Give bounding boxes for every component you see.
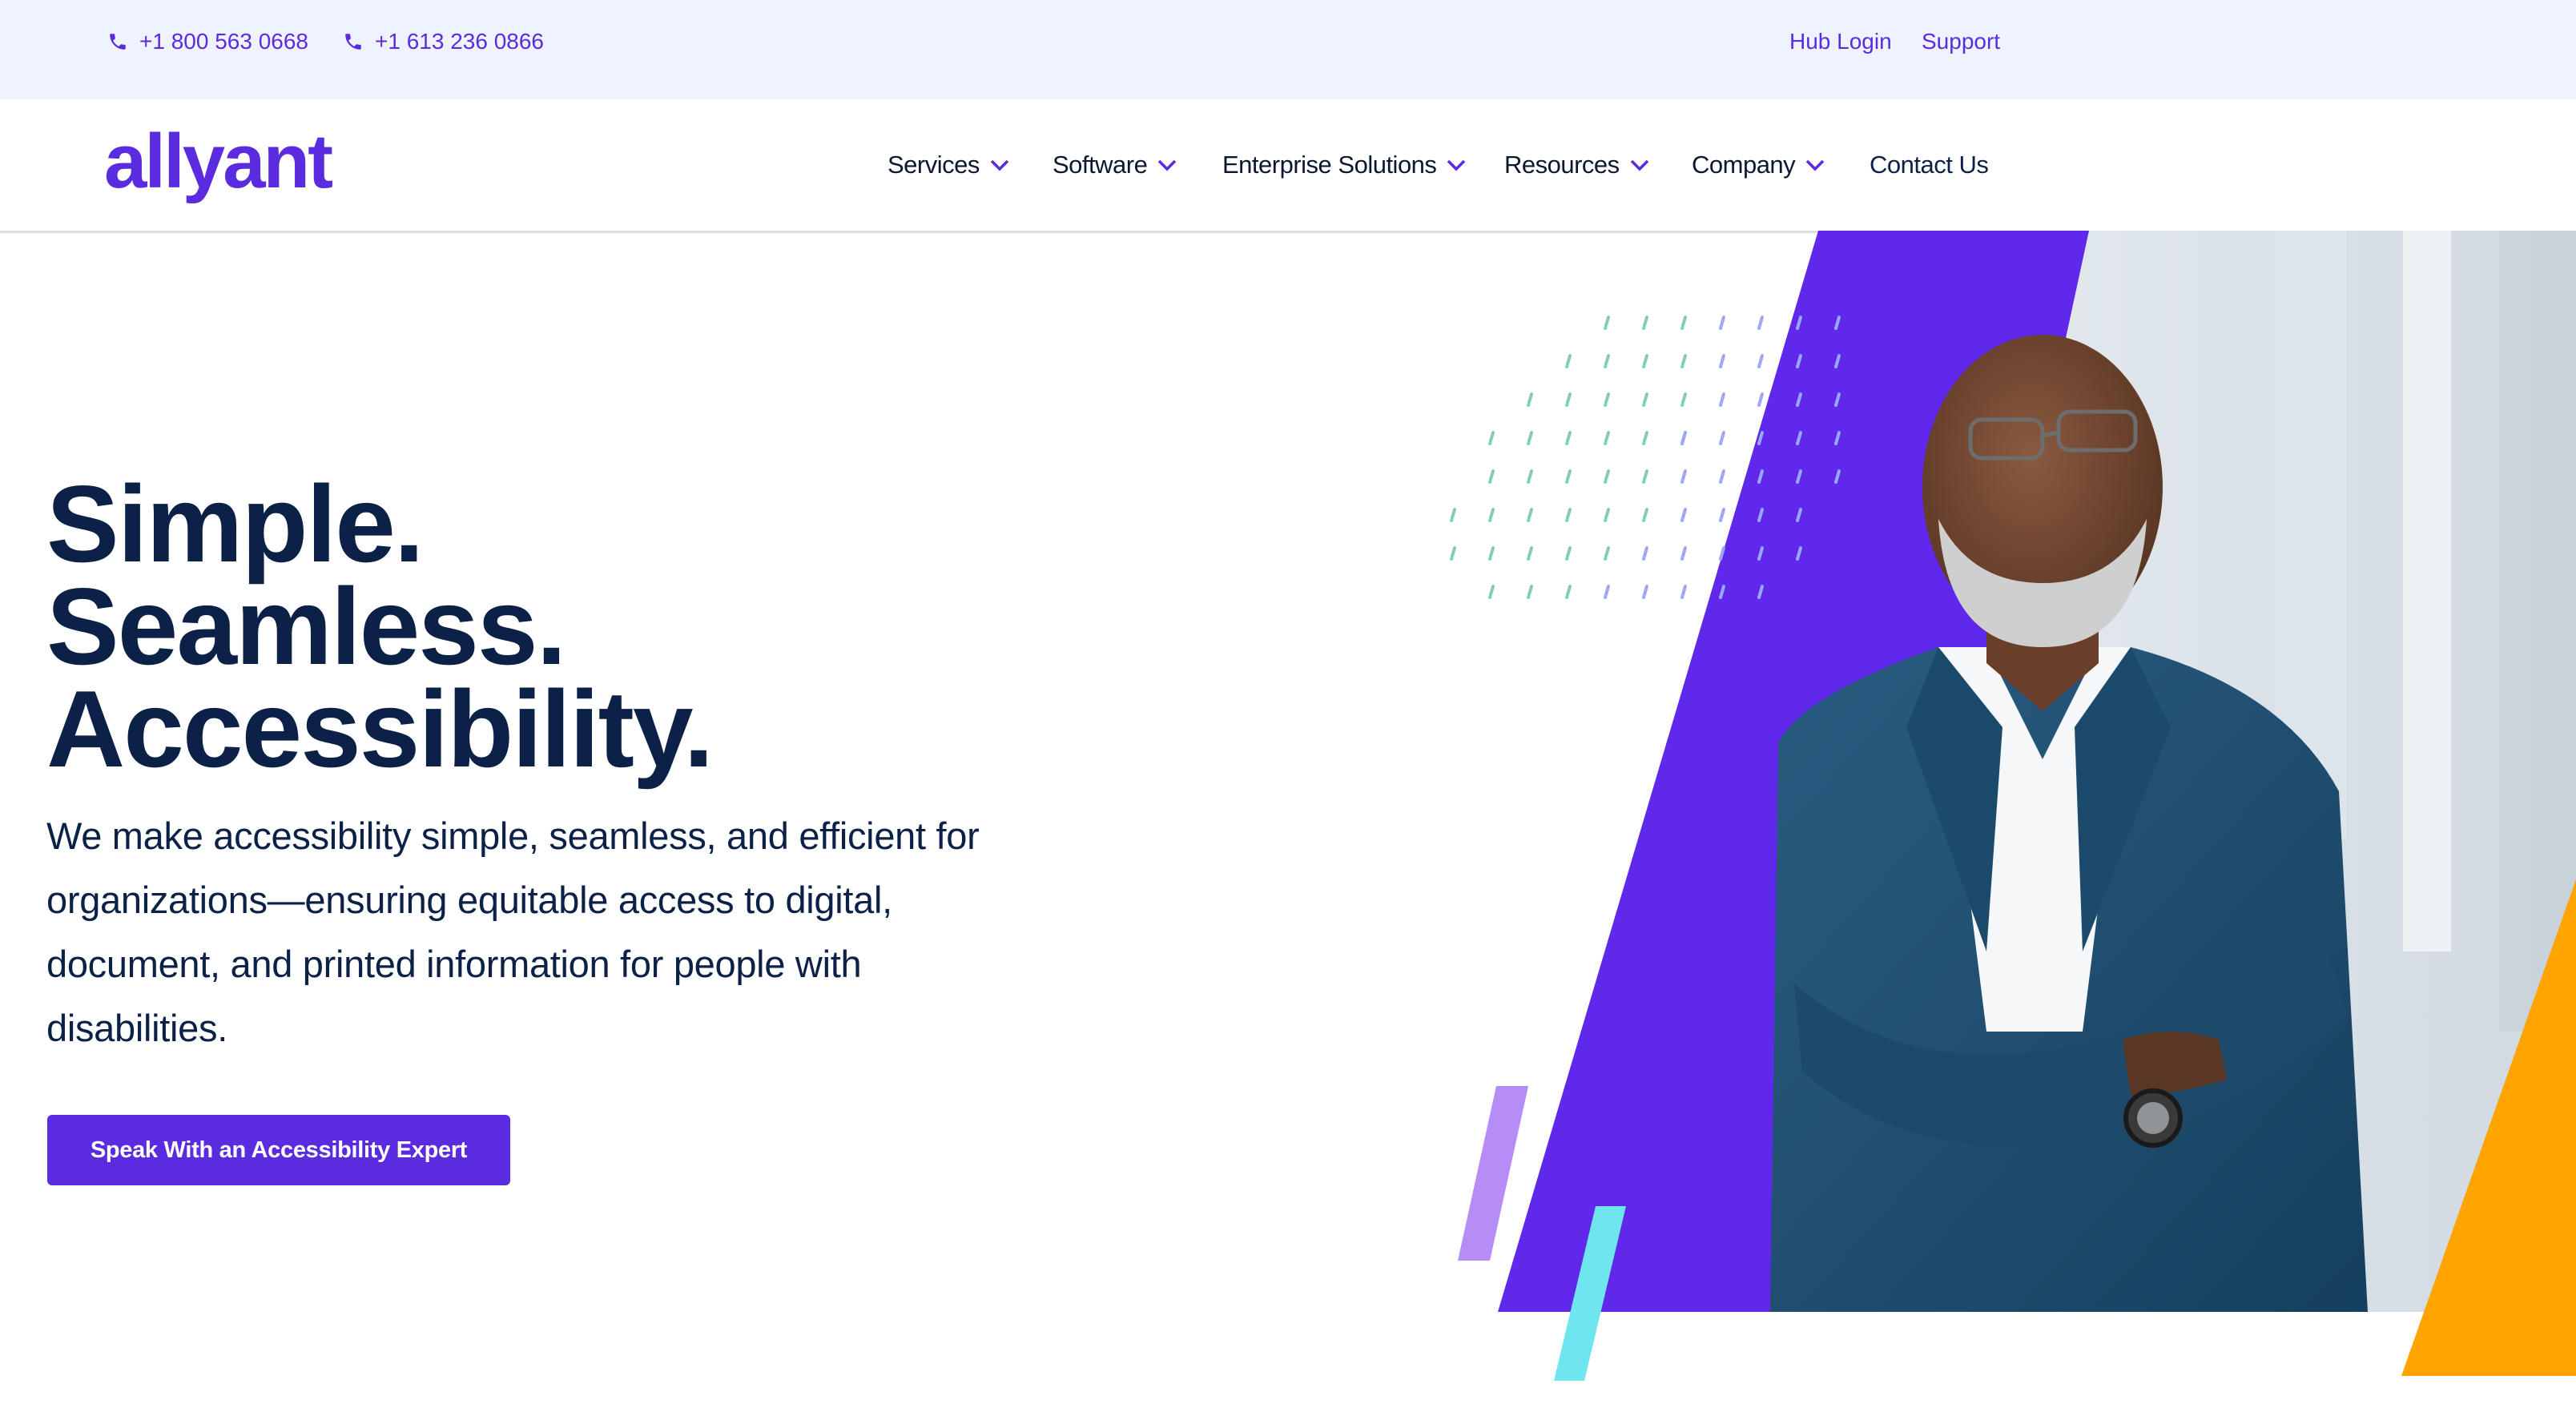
hero-headline-line-1: Simple. [46, 463, 425, 585]
speak-with-expert-button[interactable]: Speak With an Accessibility Expert [47, 1115, 510, 1185]
logo-wordmark: allyant [104, 119, 332, 204]
chevron-down-icon [1630, 159, 1648, 171]
phone-icon [110, 34, 126, 50]
hero-headline-line-3: Accessibility. [46, 668, 714, 790]
nav-contact-us[interactable]: Contact Us [1870, 146, 1989, 184]
nav-services[interactable]: Services [888, 146, 1010, 184]
phone-number: +1 800 563 0668 [139, 29, 308, 54]
hero-headline-line-2: Seamless. [46, 565, 566, 687]
nav-label: Company [1692, 151, 1796, 179]
phone-icon [345, 34, 361, 50]
chevron-down-icon [990, 159, 1009, 171]
phone-link-local[interactable]: +1 613 236 0866 [343, 24, 544, 59]
chevron-down-icon [1447, 159, 1466, 171]
hero-description: We make accessibility simple, seamless, … [46, 815, 980, 1049]
allyant-logo[interactable]: allyant [103, 115, 335, 219]
nav-label: Software [1053, 151, 1148, 179]
nav-label: Enterprise Solutions [1222, 151, 1437, 179]
nav-enterprise-solutions[interactable]: Enterprise Solutions [1222, 146, 1467, 184]
chevron-down-icon [1158, 159, 1177, 171]
phone-number: +1 613 236 0866 [375, 29, 544, 54]
nav-software[interactable]: Software [1053, 146, 1177, 184]
nav-resources[interactable]: Resources [1504, 146, 1650, 184]
hero-illustration [1450, 231, 2576, 1381]
nav-company[interactable]: Company [1692, 146, 1825, 184]
site-header: allyant Services Software Enterprise Sol… [0, 99, 2576, 233]
top-utility-bar: +1 800 563 0668 +1 613 236 0866 Hub Logi… [0, 0, 2576, 99]
hub-login-link[interactable]: Hub Login [1789, 24, 1892, 59]
support-link[interactable]: Support [1922, 24, 2000, 59]
nav-label: Services [888, 151, 980, 179]
nav-label: Resources [1504, 151, 1620, 179]
chevron-down-icon [1805, 159, 1825, 171]
phone-link-tollfree[interactable]: +1 800 563 0668 [107, 24, 308, 59]
lavender-stripe-accent [1458, 1086, 1528, 1261]
nav-label: Contact Us [1870, 151, 1989, 179]
